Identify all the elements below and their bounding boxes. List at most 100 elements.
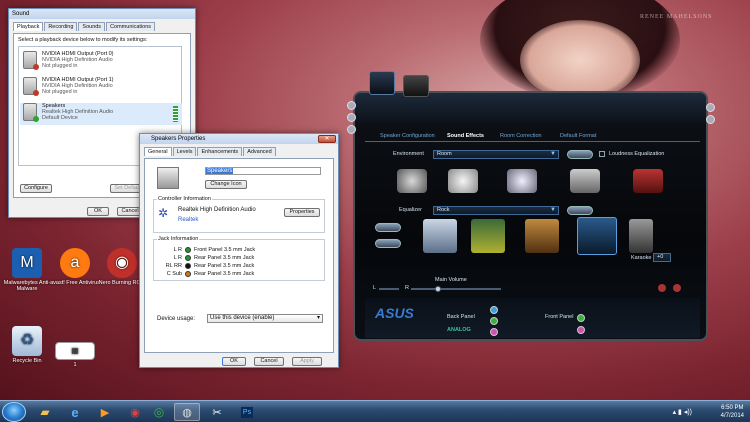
controller-properties-button[interactable]: Properties [284, 208, 320, 217]
clock[interactable]: 6:50 PM 4/7/2014 [721, 404, 744, 420]
sound-dialog-titlebar[interactable]: Sound [9, 9, 195, 19]
taskbar-photoshop-button[interactable]: Ps [234, 403, 260, 421]
jack-green-icon[interactable] [490, 317, 498, 325]
front-jack-pink-icon[interactable] [577, 326, 585, 334]
wallpaper-caption: RENEE MAHELSONS [640, 14, 713, 20]
nero-icon: ◉ [107, 248, 137, 278]
taskbar-nero-button[interactable]: ◉ [122, 403, 148, 421]
start-button[interactable] [2, 402, 26, 422]
karaoke-microphone-icon[interactable] [629, 219, 653, 253]
sound-dialog-title: Sound [12, 11, 30, 17]
asus-side-button-3-icon[interactable] [347, 125, 356, 134]
desktop-icon-avast[interactable]: a avast! Free Antivirus [50, 248, 100, 286]
taskbar-sound-button[interactable]: ◍ [174, 403, 200, 421]
taskbar-snipping-button[interactable]: ✂ [204, 403, 230, 421]
tab-enhancements[interactable]: Enhancements [197, 147, 243, 156]
asus-header [355, 93, 706, 123]
eq-toggle-b[interactable] [375, 239, 401, 248]
eq-pop-icon[interactable] [423, 219, 457, 253]
tab-sounds[interactable]: Sounds [78, 22, 106, 31]
asus-side-button-2-icon[interactable] [347, 113, 356, 122]
mute-icon[interactable] [658, 284, 666, 292]
equalizer-select[interactable]: Rock ▼ [433, 206, 559, 215]
speaker-icon [23, 51, 39, 70]
configure-button[interactable]: Configure [20, 184, 52, 193]
environment-bathtub-icon[interactable] [448, 169, 478, 193]
desktop-icon-malwarebytes[interactable]: M Malwarebytes Anti-Malware [2, 248, 52, 292]
jack-blue-icon[interactable] [490, 306, 498, 314]
digital-output-icon[interactable] [403, 75, 429, 97]
controller-vendor-link[interactable]: Realtek [178, 217, 198, 223]
device-name-field[interactable]: Speakers [205, 167, 321, 175]
tab-playback[interactable]: Playback [13, 22, 44, 31]
desktop-icon-label: Recycle Bin [12, 358, 42, 364]
karaoke-value-field[interactable]: +0 [653, 253, 671, 262]
tab-speaker-configuration[interactable]: Speaker Configuration [380, 133, 435, 139]
environment-toggle[interactable] [567, 150, 593, 159]
device-name-value: Speakers [206, 168, 234, 174]
asus-minimize-icon[interactable] [706, 103, 715, 112]
scissors-icon: ✂ [212, 406, 222, 419]
environment-select[interactable]: Room ▼ [433, 150, 559, 159]
main-volume-thumb[interactable] [435, 286, 441, 292]
device-row-speakers[interactable]: Speakers Realtek High Definition Audio Def… [20, 103, 182, 125]
properties-title: Speakers Properties [151, 136, 206, 142]
properties-apply-button[interactable]: Apply [292, 357, 322, 366]
dropdown-arrow-icon: ▾ [316, 315, 320, 321]
environment-room-icon[interactable] [570, 169, 600, 193]
malwarebytes-icon: M [12, 248, 42, 278]
jack-pink-icon[interactable] [490, 328, 498, 336]
tab-levels[interactable]: Levels [172, 147, 197, 156]
eq-rock-icon[interactable] [577, 217, 617, 255]
asus-tab-divider [365, 141, 700, 142]
tab-recording[interactable]: Recording [44, 22, 78, 31]
loudness-checkbox[interactable] [599, 151, 605, 157]
change-icon-button[interactable]: Change Icon [205, 180, 247, 189]
equalizer-toggle[interactable] [567, 206, 593, 215]
system-tray-icons[interactable]: ▴ ▮ ◂)) [673, 408, 692, 416]
front-jack-green-icon[interactable] [577, 314, 585, 322]
balance-track[interactable] [379, 288, 399, 290]
eq-live-icon[interactable] [471, 219, 505, 253]
device-usage-label: Device usage: [157, 316, 196, 322]
taskbar-explorer-button[interactable]: ▰ [32, 403, 58, 421]
tab-room-correction[interactable]: Room Correction [500, 133, 542, 139]
tab-sound-effects[interactable]: Sound Effects [447, 133, 484, 139]
photoshop-icon: Ps [240, 406, 254, 418]
properties-close-button[interactable]: ✕ [318, 135, 336, 143]
desktop-icon-label: 1 [73, 362, 77, 368]
properties-tabs: General Levels Enhancements Advanced [140, 144, 338, 156]
asus-side-button-1-icon[interactable] [347, 101, 356, 110]
equalizer-label: Equalizer [399, 207, 422, 213]
record-icon[interactable] [673, 284, 681, 292]
tab-advanced[interactable]: Advanced [243, 147, 276, 156]
environment-stadium-icon[interactable] [507, 169, 537, 193]
taskbar-media-button[interactable]: ▶ [92, 403, 118, 421]
properties-cancel-button[interactable]: Cancel [254, 357, 284, 366]
desktop-icon-recycle-bin[interactable]: ♻ Recycle Bin [2, 326, 52, 364]
tab-default-format[interactable]: Default Format [560, 133, 596, 139]
asus-close-icon[interactable] [706, 115, 715, 124]
desktop-icon-file-1[interactable]: ▦ 1 [50, 342, 100, 368]
environment-theater-icon[interactable] [633, 169, 663, 193]
speakers-device-icon[interactable] [369, 71, 395, 95]
sound-ok-button[interactable]: OK [87, 207, 109, 216]
main-volume-track[interactable] [411, 288, 501, 290]
taskbar-ie-button[interactable]: e [62, 403, 88, 421]
balance-left-label: L [373, 285, 377, 291]
eq-club-icon[interactable] [525, 219, 559, 253]
environment-stone-icon[interactable] [397, 169, 427, 193]
properties-titlebar[interactable]: Speakers Properties ✕ [140, 134, 338, 144]
eq-toggle-a[interactable] [375, 223, 401, 232]
tab-communications[interactable]: Communications [106, 22, 156, 31]
tab-general[interactable]: General [144, 147, 172, 156]
volume-meter [173, 106, 178, 122]
chrome-icon: ◎ [153, 405, 165, 419]
folder-icon: ▰ [40, 405, 50, 419]
device-usage-select[interactable]: Use this device (enable) ▾ [207, 314, 323, 323]
device-row-hdmi-0[interactable]: NVIDIA HDMI Output (Port 0) NVIDIA High D… [23, 51, 114, 73]
device-row-hdmi-1[interactable]: NVIDIA HDMI Output (Port 1) NVIDIA High D… [23, 77, 114, 99]
properties-ok-button[interactable]: OK [222, 357, 246, 366]
taskbar-chrome-button[interactable]: ◎ [146, 403, 172, 421]
jack-row: C Sub Rear Panel 3.5 mm Jack [162, 270, 254, 277]
